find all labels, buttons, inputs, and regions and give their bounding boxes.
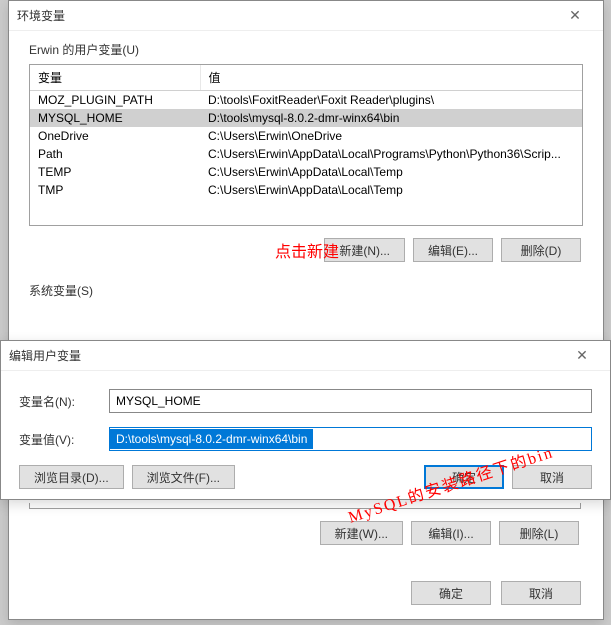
table-row[interactable]: OneDriveC:\Users\Erwin\OneDrive xyxy=(30,127,582,145)
edit-content: 变量名(N): 变量值(V): D:\tools\mysql-8.0.2-dmr… xyxy=(1,371,610,501)
table-row[interactable]: TEMPC:\Users\Erwin\AppData\Local\Temp xyxy=(30,163,582,181)
main-footer-buttons: 确定 取消 xyxy=(411,581,581,605)
env-vars-dialog: 环境变量 ✕ Erwin 的用户变量(U) 变量 值 MOZ_PLUGIN_PA… xyxy=(8,0,604,620)
table-header-row: 变量 值 xyxy=(30,65,582,91)
cell-var-value: C:\Users\Erwin\AppData\Local\Temp xyxy=(200,163,582,181)
system-vars-section: 系统变量(S) xyxy=(29,282,583,299)
annotation-click-new: 点击新建 xyxy=(275,238,339,262)
browse-file-button[interactable]: 浏览文件(F)... xyxy=(132,465,235,489)
user-vars-table-container: 变量 值 MOZ_PLUGIN_PATHD:\tools\FoxitReader… xyxy=(29,64,583,226)
col-name[interactable]: 变量 xyxy=(30,65,200,91)
system-vars-label: 系统变量(S) xyxy=(29,282,583,299)
cell-var-value: C:\Users\Erwin\AppData\Local\Temp xyxy=(200,181,582,199)
cell-var-name: MYSQL_HOME xyxy=(30,109,200,127)
edit-dialog-title: 编辑用户变量 xyxy=(9,347,562,364)
main-ok-button[interactable]: 确定 xyxy=(411,581,491,605)
close-icon[interactable]: ✕ xyxy=(555,4,595,28)
main-content: Erwin 的用户变量(U) 变量 值 MOZ_PLUGIN_PATHD:\to… xyxy=(9,31,603,315)
main-titlebar: 环境变量 ✕ xyxy=(9,1,603,31)
user-vars-table[interactable]: 变量 值 MOZ_PLUGIN_PATHD:\tools\FoxitReader… xyxy=(30,65,582,199)
cell-var-name: TEMP xyxy=(30,163,200,181)
cell-var-name: MOZ_PLUGIN_PATH xyxy=(30,91,200,110)
below-overlay: 新建(W)... 编辑(I)... 删除(L) xyxy=(29,503,581,545)
sys-edit-button[interactable]: 编辑(I)... xyxy=(411,521,491,545)
cell-var-name: Path xyxy=(30,145,200,163)
var-name-row: 变量名(N): xyxy=(19,389,592,413)
cell-var-name: TMP xyxy=(30,181,200,199)
main-dialog-title: 环境变量 xyxy=(17,7,555,24)
cell-var-value: C:\Users\Erwin\AppData\Local\Programs\Py… xyxy=(200,145,582,163)
system-table-placeholder xyxy=(29,503,581,509)
cell-var-value: C:\Users\Erwin\OneDrive xyxy=(200,127,582,145)
user-edit-button[interactable]: 编辑(E)... xyxy=(413,238,493,262)
col-value[interactable]: 值 xyxy=(200,65,582,91)
table-row[interactable]: MYSQL_HOMED:\tools\mysql-8.0.2-dmr-winx6… xyxy=(30,109,582,127)
sys-delete-button[interactable]: 删除(L) xyxy=(499,521,579,545)
table-row[interactable]: TMPC:\Users\Erwin\AppData\Local\Temp xyxy=(30,181,582,199)
user-vars-label: Erwin 的用户变量(U) xyxy=(29,41,583,58)
var-value-text: D:\tools\mysql-8.0.2-dmr-winx64\bin xyxy=(110,429,313,449)
close-icon[interactable]: ✕ xyxy=(562,344,602,368)
sys-new-button[interactable]: 新建(W)... xyxy=(320,521,403,545)
cell-var-value: D:\tools\FoxitReader\Foxit Reader\plugin… xyxy=(200,91,582,110)
table-row[interactable]: MOZ_PLUGIN_PATHD:\tools\FoxitReader\Foxi… xyxy=(30,91,582,110)
user-delete-button[interactable]: 删除(D) xyxy=(501,238,581,262)
table-row[interactable]: PathC:\Users\Erwin\AppData\Local\Program… xyxy=(30,145,582,163)
edit-titlebar: 编辑用户变量 ✕ xyxy=(1,341,610,371)
edit-var-dialog: 编辑用户变量 ✕ 变量名(N): 变量值(V): D:\tools\mysql-… xyxy=(0,340,611,500)
var-value-label: 变量值(V): xyxy=(19,431,109,448)
cell-var-value: D:\tools\mysql-8.0.2-dmr-winx64\bin xyxy=(200,109,582,127)
var-name-label: 变量名(N): xyxy=(19,393,109,410)
browse-dir-button[interactable]: 浏览目录(D)... xyxy=(19,465,124,489)
main-cancel-button[interactable]: 取消 xyxy=(501,581,581,605)
system-vars-buttons: 新建(W)... 编辑(I)... 删除(L) xyxy=(29,521,581,545)
var-name-input[interactable] xyxy=(109,389,592,413)
var-value-row: 变量值(V): D:\tools\mysql-8.0.2-dmr-winx64\… xyxy=(19,427,592,451)
edit-browse-buttons: 浏览目录(D)... 浏览文件(F)... xyxy=(19,465,235,489)
cell-var-name: OneDrive xyxy=(30,127,200,145)
